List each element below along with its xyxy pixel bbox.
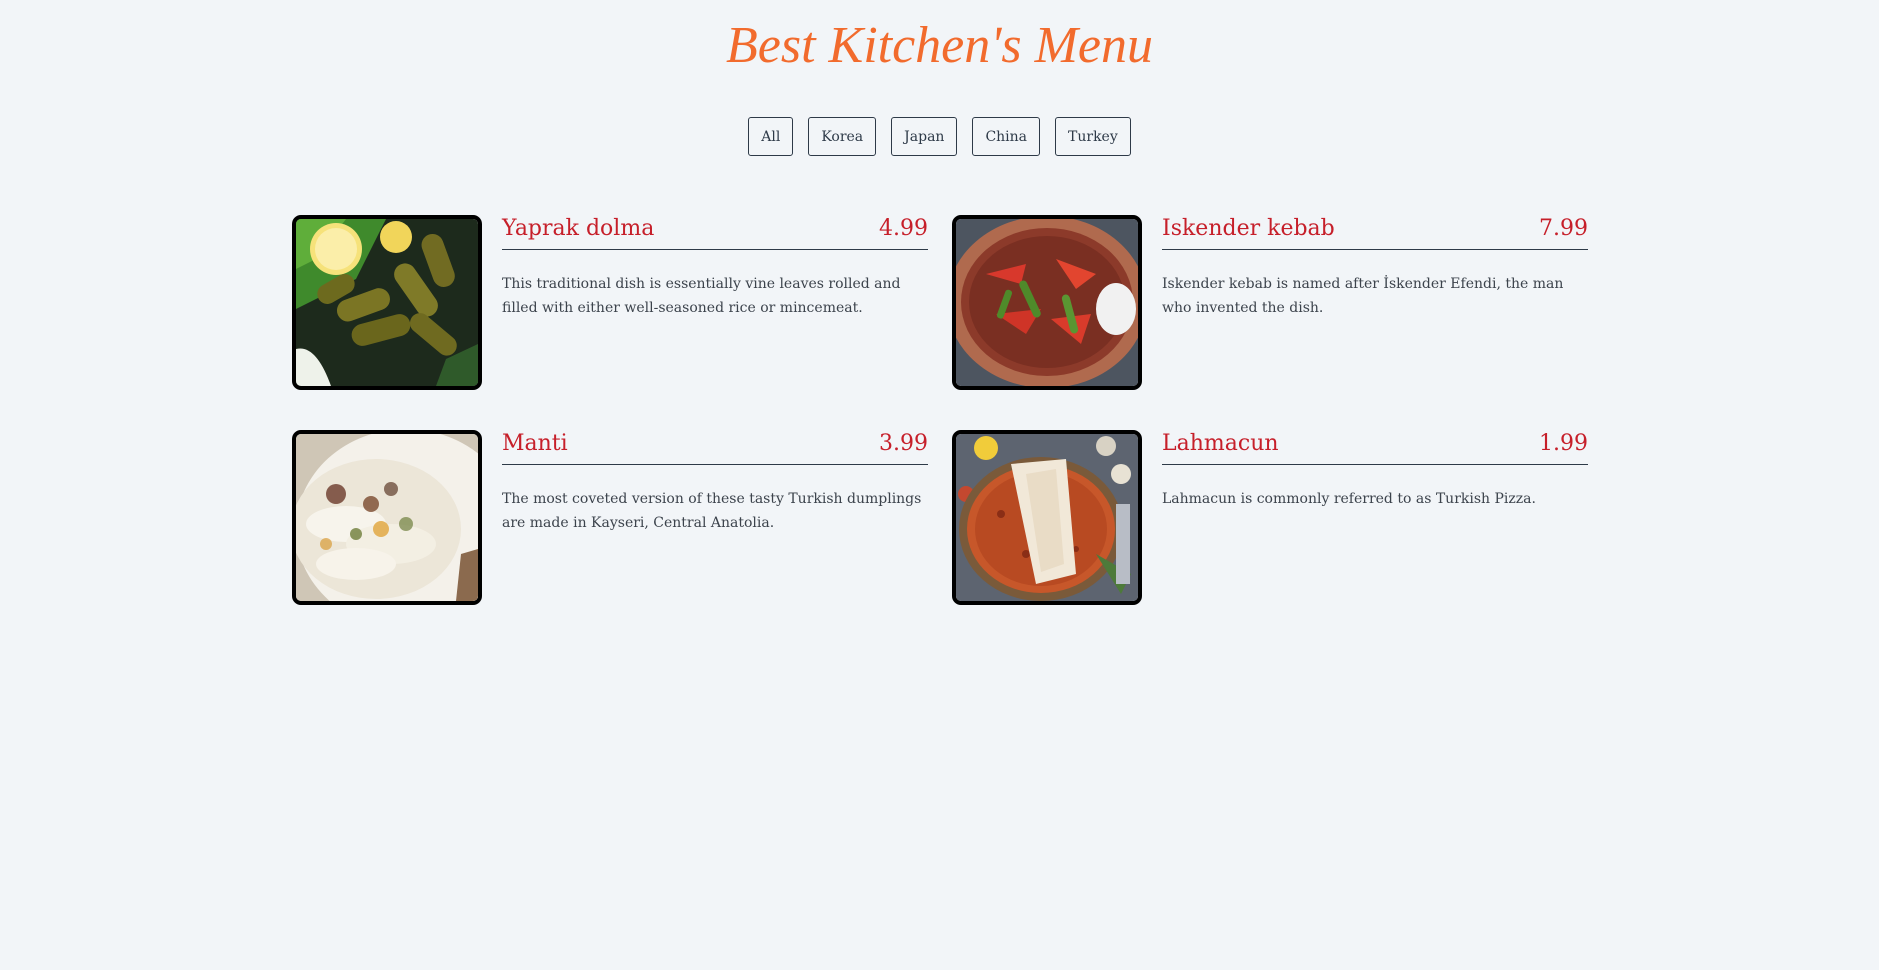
filter-japan-button[interactable]: Japan bbox=[891, 117, 958, 156]
menu-item: Yaprak dolma 4.99 This traditional dish … bbox=[292, 215, 928, 390]
item-price: 4.99 bbox=[879, 216, 928, 241]
menu-item: Manti 3.99 The most coveted version of t… bbox=[292, 430, 928, 605]
manti-photo bbox=[292, 430, 482, 605]
item-header: Lahmacun 1.99 bbox=[1162, 430, 1588, 465]
page-title: Best Kitchen's Menu bbox=[725, 17, 1154, 74]
iskender-kebab-photo bbox=[952, 215, 1142, 390]
filter-china-button[interactable]: China bbox=[972, 117, 1041, 156]
item-title: Yaprak dolma bbox=[502, 216, 655, 241]
item-description: Lahmacun is commonly referred to as Turk… bbox=[1162, 491, 1536, 507]
item-header: Yaprak dolma 4.99 bbox=[502, 215, 928, 250]
item-title: Lahmacun bbox=[1162, 431, 1279, 456]
item-price: 1.99 bbox=[1539, 431, 1588, 456]
filter-turkey-button[interactable]: Turkey bbox=[1055, 117, 1131, 156]
menu-grid: Yaprak dolma 4.99 This traditional dish … bbox=[292, 215, 1588, 605]
item-info: Lahmacun 1.99 Lahmacun is commonly refer… bbox=[1162, 430, 1588, 511]
item-title: Manti bbox=[502, 431, 568, 456]
item-info: Iskender kebab 7.99 Iskender kebab is na… bbox=[1162, 215, 1588, 320]
item-description: The most coveted version of these tasty … bbox=[502, 491, 922, 531]
item-title: Iskender kebab bbox=[1162, 216, 1335, 241]
item-description: Iskender kebab is named after İskender E… bbox=[1162, 276, 1564, 316]
filter-all-button[interactable]: All bbox=[748, 117, 794, 156]
item-info: Manti 3.99 The most coveted version of t… bbox=[502, 430, 928, 535]
item-price: 7.99 bbox=[1539, 216, 1588, 241]
lahmacun-photo bbox=[952, 430, 1142, 605]
item-header: Iskender kebab 7.99 bbox=[1162, 215, 1588, 250]
menu-item: Iskender kebab 7.99 Iskender kebab is na… bbox=[952, 215, 1588, 390]
item-description: This traditional dish is essentially vin… bbox=[502, 276, 901, 316]
item-price: 3.99 bbox=[879, 431, 928, 456]
filter-korea-button[interactable]: Korea bbox=[808, 117, 877, 156]
item-info: Yaprak dolma 4.99 This traditional dish … bbox=[502, 215, 928, 320]
filter-bar: All Korea Japan China Turkey bbox=[0, 117, 1879, 156]
menu-item: Lahmacun 1.99 Lahmacun is commonly refer… bbox=[952, 430, 1588, 605]
item-header: Manti 3.99 bbox=[502, 430, 928, 465]
yaprak-dolma-photo bbox=[292, 215, 482, 390]
